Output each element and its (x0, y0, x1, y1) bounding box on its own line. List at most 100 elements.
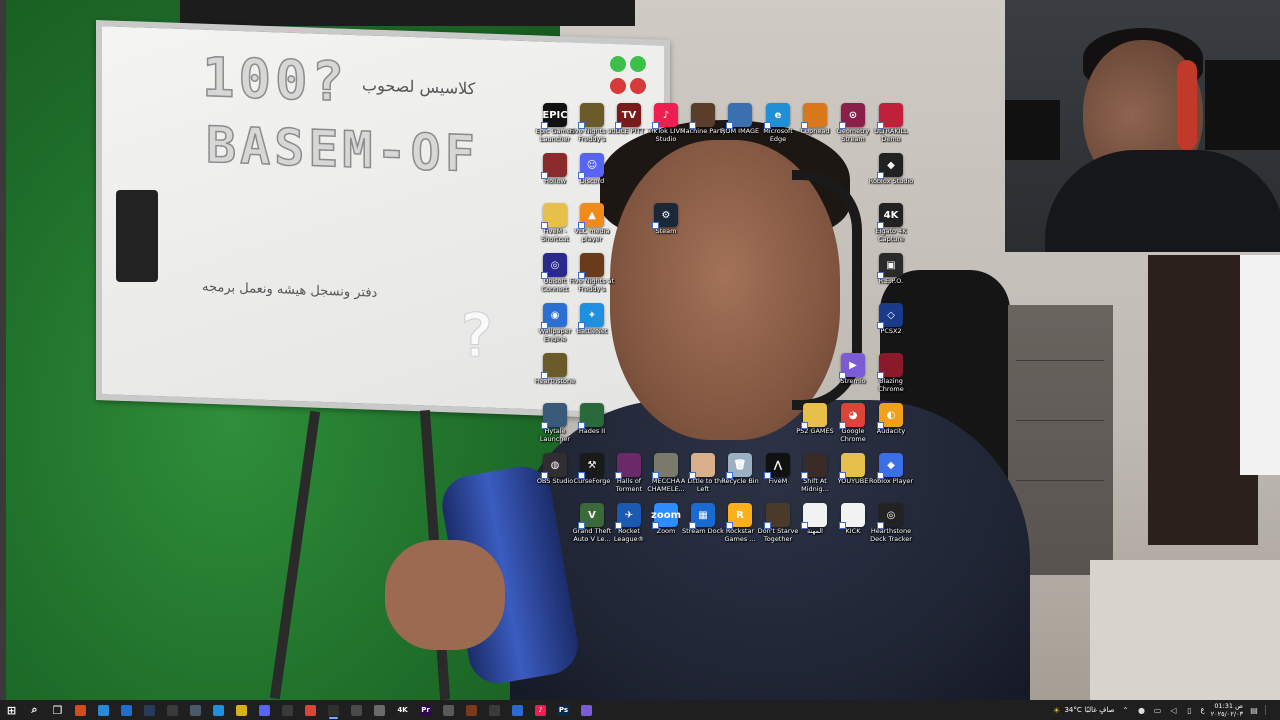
desktop-icon-label: BattleNet (576, 328, 608, 335)
app-icon-11-glyph (512, 704, 523, 716)
desktop-icon-glyph: e (764, 103, 790, 129)
discord-icon[interactable] (253, 700, 276, 720)
desktop-icon-glyph (801, 453, 827, 479)
app-icon-1-glyph (98, 704, 109, 716)
app-icon-4[interactable] (230, 700, 253, 720)
desktop-icon[interactable]: ULTRAKILL Demo (868, 103, 914, 151)
battlenet-icon-glyph (213, 704, 224, 716)
weather-temp: 34°C (1064, 706, 1082, 714)
app-icon-11[interactable] (506, 700, 529, 720)
language-indicator[interactable]: ع (1201, 706, 1205, 714)
desktop-icon[interactable]: Hearthstone (532, 353, 578, 401)
desktop-icon-label: Five Nights at Freddy's (569, 278, 615, 293)
desktop-icon[interactable]: ◎ Hearthstone Deck Tracker (868, 503, 914, 551)
desktop-icon-label: Roblox Studio (868, 178, 914, 185)
app-icon-6[interactable] (345, 700, 368, 720)
app-icon-12[interactable] (575, 700, 598, 720)
clock-date: ٢٠٢٥/٠٢/٠٣ (1210, 710, 1243, 718)
app-icon-5[interactable] (276, 700, 299, 720)
desktop-icon[interactable]: Blazing Chrome (868, 353, 914, 401)
desktop-icon-glyph (764, 503, 790, 529)
desktop-icon-glyph: 🗑 (726, 453, 752, 479)
chrome-icon[interactable] (299, 700, 322, 720)
battery-icon[interactable]: ▯ (1185, 705, 1195, 715)
desktop-icon[interactable]: Hades II (569, 403, 615, 451)
elgato-icon[interactable]: 4K (391, 700, 414, 720)
desktop-icon-glyph (839, 453, 865, 479)
desktop-icon-label: Audacity (876, 428, 906, 435)
desktop-icon[interactable]: Five Nights at Freddy's (569, 253, 615, 301)
desktop-icon-glyph (541, 153, 567, 179)
volume-icon[interactable]: ◁ (1169, 705, 1179, 715)
desktop-icon-label: Hearthstone Deck Tracker (870, 528, 912, 543)
premiere-icon[interactable]: Pr (414, 700, 437, 720)
desktop-icon-label: ULTRAKILL Demo (874, 128, 908, 143)
app-icon-3-glyph (190, 704, 201, 716)
app-icon-8-glyph (443, 704, 454, 716)
desktop-icon-label: Steam (655, 228, 677, 235)
desktop-icon-grid: EPIC Epic Games Launcher Five Nights at Fr… (0, 0, 1280, 700)
show-desktop-button[interactable] (1265, 705, 1274, 715)
desktop-icon-glyph: ▲ (578, 203, 604, 229)
app-icon-1[interactable] (92, 700, 115, 720)
app-icon-6-glyph (351, 704, 362, 716)
notification-icon[interactable]: ▤ (1249, 705, 1259, 715)
desktop-icon[interactable]: ✦ BattleNet (569, 303, 615, 351)
obs-icon-glyph (328, 704, 339, 716)
office-icon[interactable] (69, 700, 92, 720)
desktop-icon[interactable]: ☺ Discord (569, 153, 615, 201)
elgato-icon-glyph: 4K (397, 704, 408, 716)
weather-widget[interactable]: ☀ 34°C صافٍ غالبًا (1051, 705, 1115, 715)
desktop-icon[interactable]: ⚙ Steam (643, 203, 689, 251)
app-icon-9[interactable] (460, 700, 483, 720)
desktop-icon-label: Roblox Player (868, 478, 914, 485)
network-icon[interactable]: ▭ (1153, 705, 1163, 715)
desktop-icon-glyph: ⊙ (839, 103, 865, 129)
desktop-icon-glyph: ☺ (578, 153, 604, 179)
taskbar: ⊞ ⌕ ❐ 4K Pr ♪ Ps ☀ 34°C صافٍ غالبًا ⌃ ● ▭ ◁ ▯ … (0, 700, 1280, 720)
desktop-icon-label: VLC media player (574, 228, 610, 243)
desktop-icon-glyph (689, 103, 715, 129)
taskbar-apps: ⊞ ⌕ ❐ 4K Pr ♪ Ps (0, 700, 598, 720)
store-icon-glyph (121, 704, 132, 716)
desktop-icon[interactable]: ◆ Roblox Player (868, 453, 914, 501)
app-icon-3[interactable] (184, 700, 207, 720)
desktop-icon-label: Blazing Chrome (878, 378, 904, 393)
chevron-up-icon[interactable]: ⌃ (1121, 705, 1131, 715)
task-view-icon[interactable]: ❐ (46, 700, 69, 720)
desktop-icon[interactable]: 4K Elgato 4K Capture (868, 203, 914, 251)
system-tray: ☀ 34°C صافٍ غالبًا ⌃ ● ▭ ◁ ▯ ع 01:31 ص ٢… (1051, 700, 1280, 720)
app-icon-10[interactable] (483, 700, 506, 720)
store-icon[interactable] (115, 700, 138, 720)
search-icon[interactable]: ⌕ (23, 700, 46, 720)
desktop-icon[interactable]: ◇ PCSX2 (868, 303, 914, 351)
desktop-icon-glyph (839, 503, 865, 529)
photoshop-icon[interactable]: Ps (552, 700, 575, 720)
desktop-icon[interactable]: ◆ Roblox Studio (868, 153, 914, 201)
obs-icon[interactable] (322, 700, 345, 720)
app-icon-8[interactable] (437, 700, 460, 720)
desktop-icon[interactable]: ▣ R.E.P.O. (868, 253, 914, 301)
desktop-icon-glyph (541, 203, 567, 229)
microphone-icon[interactable]: ● (1137, 705, 1147, 715)
desktop-icon[interactable]: ▲ VLC media player (569, 203, 615, 251)
app-icon-2[interactable] (161, 700, 184, 720)
app-icon-9-glyph (466, 704, 477, 716)
clock[interactable]: 01:31 ص ٢٠٢٥/٠٢/٠٣ (1211, 702, 1243, 718)
tiktok-icon[interactable]: ♪ (529, 700, 552, 720)
desktop-icon[interactable]: ◐ Audacity (868, 403, 914, 451)
desktop-icon-glyph: ▣ (877, 253, 903, 279)
desktop-icon-glyph: zoom (651, 503, 681, 529)
steam-icon[interactable] (138, 700, 161, 720)
desktop-icon-glyph (726, 103, 752, 129)
app-icon-7-glyph (374, 704, 385, 716)
battlenet-icon[interactable] (207, 700, 230, 720)
start-icon[interactable]: ⊞ (0, 700, 23, 720)
desktop-icon-glyph: ◇ (877, 303, 903, 329)
desktop-icon-glyph (689, 453, 715, 479)
desktop-icon-glyph: EPIC (541, 103, 568, 129)
desktop-icon-label: Discord (579, 178, 605, 185)
app-icon-7[interactable] (368, 700, 391, 720)
desktop-icon-label: Hades II (578, 428, 606, 435)
app-icon-2-glyph (167, 704, 178, 716)
